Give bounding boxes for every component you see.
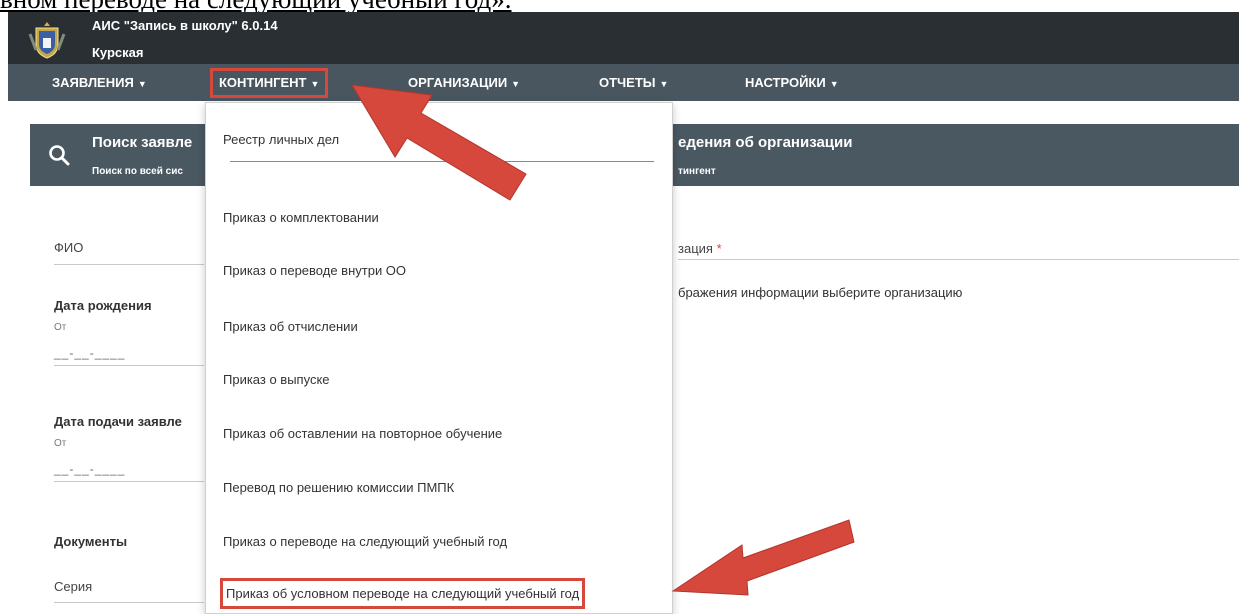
caret-down-icon: ▼: [659, 79, 669, 89]
birth-date-underline: [54, 365, 204, 366]
nav-label: ОТЧЕТЫ: [599, 75, 656, 90]
menu-item-perevod-sled-god[interactable]: Приказ о переводе на следующий учебный г…: [223, 534, 507, 549]
caret-down-icon: ▼: [137, 79, 147, 89]
organization-hint: бражения информации выберите организацию: [678, 285, 963, 300]
menu-item-perevod-vnutri[interactable]: Приказ о переводе внутри ОО: [223, 263, 406, 278]
required-mark: *: [716, 241, 722, 256]
series-input[interactable]: [54, 602, 204, 603]
org-panel-subtitle: тингент: [678, 166, 716, 177]
apply-date-underline: [54, 481, 204, 482]
nav-label: КОНТИНГЕНТ: [219, 75, 307, 90]
birth-date-from-input[interactable]: __-__-____: [54, 346, 125, 360]
app-title: АИС "Запись в школу" 6.0.14: [92, 18, 278, 33]
apply-date-from-label: От: [54, 438, 67, 449]
app-header: АИС "Запись в школу" 6.0.14 Курская: [8, 12, 1239, 64]
nav-label: ЗАЯВЛЕНИЯ: [52, 75, 134, 90]
birth-date-label: Дата рождения: [54, 298, 152, 313]
caret-down-icon: ▼: [829, 79, 839, 89]
nav-nastroiki[interactable]: НАСТРОЙКИ ▼: [745, 64, 839, 101]
search-panel-title: Поиск заявле: [92, 134, 193, 151]
red-arrow-to-nav: [351, 84, 527, 201]
caret-down-icon: ▼: [310, 79, 320, 89]
menu-item-pmpk[interactable]: Перевод по решению комиссии ПМПК: [223, 480, 454, 495]
search-icon[interactable]: [48, 144, 70, 166]
main-navbar: ЗАЯВЛЕНИЯ ▼ КОНТИНГЕНТ ▼ ОРГАНИЗАЦИИ ▼ ОТЧЕ…: [8, 64, 1239, 101]
document-text-fragment: вном переводе на следующий учебный год».: [0, 0, 512, 13]
org-panel-title: едения об организации: [678, 134, 853, 151]
apply-date-from-input[interactable]: __-__-____: [54, 462, 125, 476]
nav-label: НАСТРОЙКИ: [745, 75, 826, 90]
birth-date-from-label: От: [54, 322, 67, 333]
organization-label-text: зация: [678, 241, 713, 256]
menu-item-vypusk[interactable]: Приказ о выпуске: [223, 372, 330, 387]
nav-kontingent[interactable]: КОНТИНГЕНТ ▼: [210, 68, 329, 98]
app-region: Курская: [92, 45, 144, 60]
menu-item-reestr[interactable]: Реестр личных дел: [223, 132, 339, 147]
organization-label: зация *: [678, 241, 722, 256]
fio-label: ФИО: [54, 240, 84, 255]
fio-input[interactable]: [54, 264, 204, 265]
nav-otchety[interactable]: ОТЧЕТЫ ▼: [599, 64, 668, 101]
search-panel-subtitle: Поиск по всей сис: [92, 166, 183, 177]
series-label: Серия: [54, 579, 93, 594]
menu-item-otchislenie[interactable]: Приказ об отчислении: [223, 319, 358, 334]
menu-item-povtornoe[interactable]: Приказ об оставлении на повторное обучен…: [223, 426, 502, 441]
documents-label: Документы: [54, 534, 128, 549]
organization-select[interactable]: [678, 259, 1239, 260]
red-arrow-to-menu-item: [671, 519, 855, 596]
nav-zayavleniya[interactable]: ЗАЯВЛЕНИЯ ▼: [52, 64, 147, 101]
menu-item-uslovnyi-perevod[interactable]: Приказ об условном переводе на следующий…: [220, 578, 586, 609]
apply-date-label: Дата подачи заявле: [54, 414, 182, 429]
coat-of-arms-icon: [28, 22, 66, 59]
menu-item-komplektovanie[interactable]: Приказ о комплектовании: [223, 210, 379, 225]
